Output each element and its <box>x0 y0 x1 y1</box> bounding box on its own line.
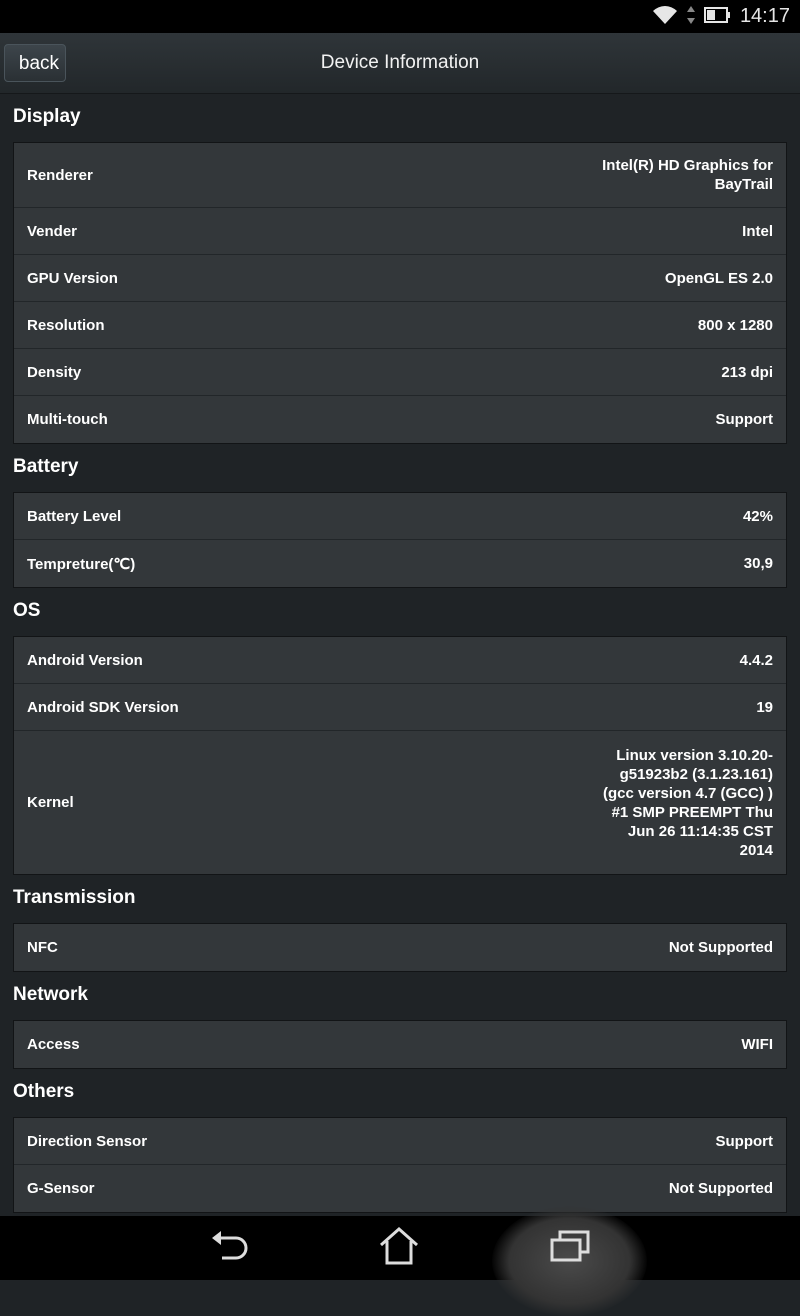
wifi-icon <box>652 4 678 30</box>
info-row-label: Resolution <box>27 316 105 334</box>
info-row-label: NFC <box>27 939 58 956</box>
nav-back-button[interactable] <box>185 1216 275 1280</box>
info-row-value: 213 dpi <box>721 363 773 381</box>
nav-home-button[interactable] <box>354 1216 444 1280</box>
info-group: Direction Sensor Support G-Sensor Not Suppo… <box>13 1117 787 1213</box>
info-row-value: 19 <box>756 698 773 716</box>
info-row: Renderer Intel(R) HD Graphics for BayTrai… <box>14 143 786 208</box>
device-info-list[interactable]: Display Renderer Intel(R) HD Graphics for … <box>0 94 800 1216</box>
info-row: Density 213 dpi <box>14 349 786 396</box>
info-row-value: 800 x 1280 <box>697 316 773 334</box>
recent-apps-icon <box>548 1228 592 1268</box>
title-bar: Device Information back <box>0 33 800 94</box>
section-title: Network <box>13 984 88 1005</box>
info-row-value: Not Supported <box>668 939 773 956</box>
clock: 14:17 <box>739 5 790 27</box>
info-row-value: Intel <box>742 222 773 240</box>
info-row: G-Sensor Not Supported <box>14 1165 786 1212</box>
back-arrow-icon <box>208 1228 252 1268</box>
nav-recent-apps-button[interactable] <box>525 1216 615 1280</box>
info-row-value: Linux version 3.10.20- g51923b2 (3.1.23.… <box>602 746 773 859</box>
section-title: Transmission <box>13 887 136 908</box>
info-row-value: Support <box>715 411 774 428</box>
info-group: NFC Not Supported <box>13 923 787 972</box>
info-row: Resolution 800 x 1280 <box>14 302 786 349</box>
info-row-value: Support <box>715 1132 774 1150</box>
info-row-value: Intel(R) HD Graphics for BayTrail <box>602 157 773 193</box>
info-row: Tempreture(℃) 30,9 <box>14 540 786 587</box>
info-row-value: 4.4.2 <box>739 651 773 669</box>
section-title: OS <box>13 600 41 621</box>
info-row: NFC Not Supported <box>14 924 786 971</box>
info-row-label: Density <box>27 363 82 381</box>
info-row: Direction Sensor Support <box>14 1118 786 1165</box>
info-row: Android Version 4.4.2 <box>14 637 786 684</box>
info-row-value: 42% <box>742 507 773 525</box>
info-row-label: G-Sensor <box>27 1180 95 1197</box>
status-bar: 14:17 <box>0 0 800 33</box>
page-title: Device Information <box>320 52 480 73</box>
info-row-label: Android SDK Version <box>27 698 179 716</box>
info-row-value: 30,9 <box>743 555 773 572</box>
info-row-value: Not Supported <box>668 1180 773 1197</box>
info-group: Access WIFI <box>13 1020 787 1069</box>
battery-icon <box>703 6 732 28</box>
info-row-label: Direction Sensor <box>27 1132 148 1150</box>
navigation-bar <box>0 1206 800 1316</box>
info-group: Android Version 4.4.2 Android SDK Version 1… <box>13 636 787 875</box>
sections-container: Display Renderer Intel(R) HD Graphics for … <box>0 94 800 1213</box>
data-activity-icon <box>686 5 696 29</box>
info-row-label: Android Version <box>27 651 143 669</box>
info-row: Kernel Linux version 3.10.20- g51923b2 (3… <box>14 731 786 874</box>
info-row-label: Battery Level <box>27 507 122 525</box>
info-row-label: Renderer <box>27 166 93 184</box>
info-row-label: Vender <box>27 222 78 240</box>
info-row: GPU Version OpenGL ES 2.0 <box>14 255 786 302</box>
section-title: Display <box>13 106 81 127</box>
info-group: Renderer Intel(R) HD Graphics for BayTrai… <box>13 142 787 444</box>
info-row: Vender Intel <box>14 208 786 255</box>
section-title: Others <box>13 1081 75 1102</box>
info-row-label: GPU Version <box>27 269 118 287</box>
section-title: Battery <box>13 456 79 477</box>
info-row-value: WIFI <box>741 1036 773 1053</box>
info-row: Multi-touch Support <box>14 396 786 443</box>
info-row-label: Kernel <box>27 794 74 811</box>
info-row-value: OpenGL ES 2.0 <box>664 269 773 287</box>
info-row-label: Tempreture(℃) <box>27 555 136 573</box>
info-row-label: Multi-touch <box>27 411 108 428</box>
status-icons: 14:17 <box>652 0 790 33</box>
info-row: Android SDK Version 19 <box>14 684 786 731</box>
info-row: Battery Level 42% <box>14 493 786 540</box>
back-button[interactable]: back <box>4 44 66 82</box>
info-row-label: Access <box>27 1036 80 1053</box>
home-icon <box>377 1226 421 1270</box>
info-group: Battery Level 42% Tempreture(℃) 30,9 <box>13 492 787 588</box>
info-row: Access WIFI <box>14 1021 786 1068</box>
